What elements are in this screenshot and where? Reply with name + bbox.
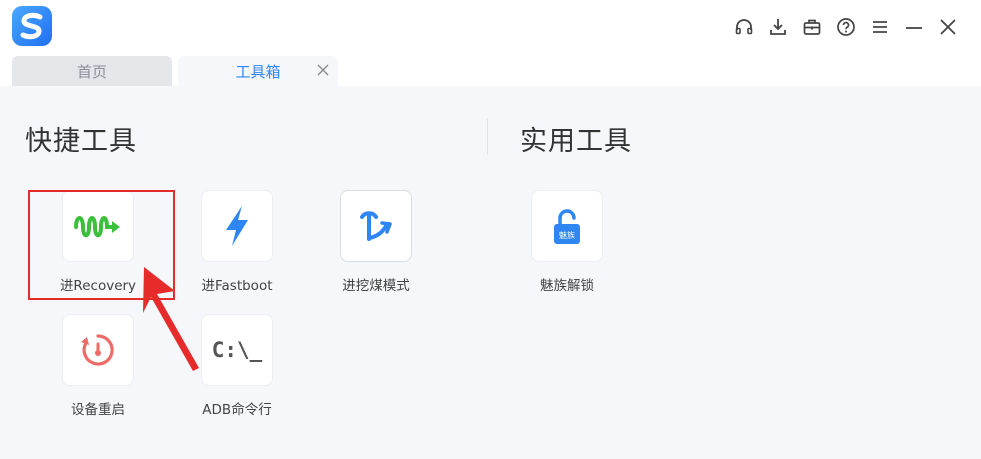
toolbox-content: 快捷工具 实用工具 进Recovery 进Fastboot 进挖煤模式 魅族 魅…: [0, 86, 981, 459]
window-controls: [731, 14, 961, 40]
menu-icon[interactable]: [867, 14, 893, 40]
download-icon[interactable]: [765, 14, 791, 40]
app-logo: [12, 6, 52, 46]
annotation-arrow: [143, 267, 199, 371]
minimize-icon[interactable]: [901, 14, 927, 40]
close-icon[interactable]: [935, 14, 961, 40]
tab-home[interactable]: 首页: [12, 56, 172, 86]
headset-icon[interactable]: [731, 14, 757, 40]
help-icon[interactable]: [833, 14, 859, 40]
tab-home-label: 首页: [76, 62, 107, 81]
tab-close-icon[interactable]: [316, 63, 330, 77]
tab-toolbox-label: 工具箱: [235, 62, 281, 81]
tab-toolbox[interactable]: 工具箱: [178, 56, 338, 86]
toolbox-icon[interactable]: [799, 14, 825, 40]
title-bar: 首页 工具箱: [0, 0, 981, 86]
